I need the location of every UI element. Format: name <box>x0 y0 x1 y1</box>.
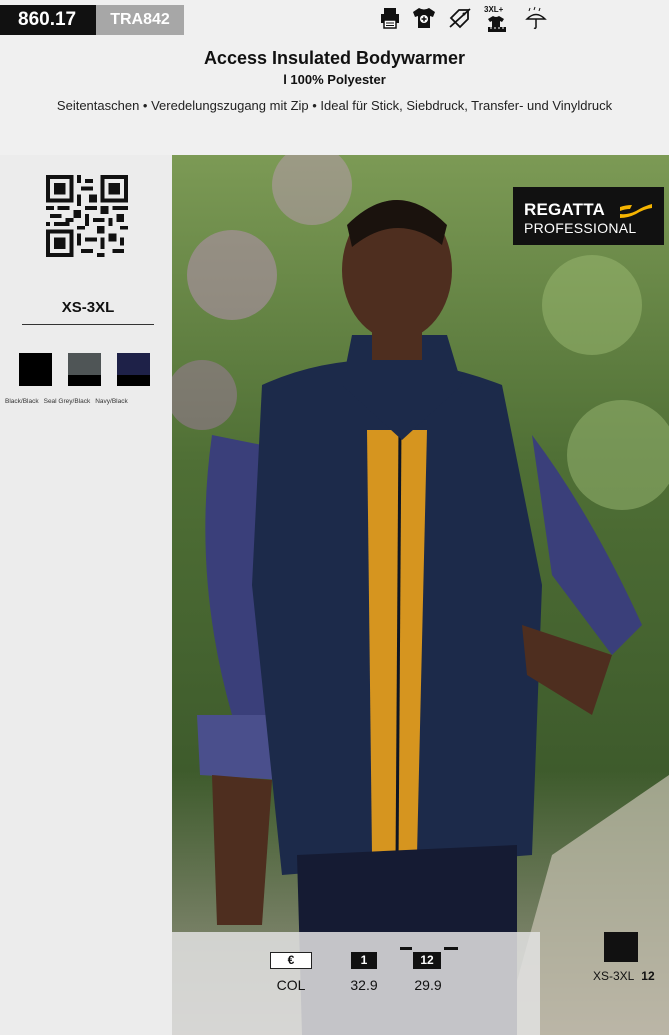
no-bleach-tag-icon <box>448 7 472 34</box>
swatch-black-black[interactable] <box>19 353 52 386</box>
qty-tier-1: 1 <box>351 952 377 969</box>
product-material: l 100% Polyester <box>283 72 386 87</box>
printer-icon <box>380 7 400 34</box>
price-tier-1: 32.9 <box>350 977 378 993</box>
swatch-main-color <box>117 353 150 375</box>
color-labels: Black/Black Seal Grey/Black Navy/Black <box>4 398 172 405</box>
carton-info: XS-3XL 12 <box>540 932 669 1035</box>
size-3xl-plus-icon: 3XL+ <box>484 5 512 33</box>
carton-sizes: XS-3XL <box>593 969 634 983</box>
tier-divider <box>444 947 458 950</box>
currency-label: € <box>270 952 312 969</box>
color-label: Black/Black <box>5 398 39 405</box>
swatch-main-color <box>68 353 101 375</box>
product-photo: REGATTA PROFESSIONAL <box>172 155 669 1035</box>
swatch-navy-black[interactable] <box>117 353 150 386</box>
model-illustration <box>172 155 669 1035</box>
swatch-seal-grey-black[interactable] <box>68 353 101 386</box>
carton-text: XS-3XL 12 <box>593 969 655 983</box>
price-tier-2: 29.9 <box>414 977 442 993</box>
qr-code[interactable] <box>46 175 128 262</box>
sidebar: XS-3XL Black/Black Seal Grey/Black Navy/… <box>0 155 172 1035</box>
brand-line: PROFESSIONAL <box>524 220 637 236</box>
qty-tier-2: 12 <box>413 952 441 969</box>
brand-logo: REGATTA PROFESSIONAL <box>513 187 664 245</box>
brand-name: REGATTA <box>524 200 606 219</box>
header-bar: 860.17 TRA842 3XL+ Access Insulated Body… <box>0 0 669 155</box>
product-title: Access Insulated Bodywarmer <box>203 48 466 68</box>
article-number: 860.17 <box>0 5 96 35</box>
product-features: Seitentaschen • Veredelungszugang mit Zi… <box>56 98 613 113</box>
swatch-accent-color <box>117 375 150 386</box>
tshirt-embroidery-icon <box>412 7 436 34</box>
price-panel: € COL 1 12 32.9 29.9 <box>172 932 540 1035</box>
color-label: Navy/Black <box>95 398 128 405</box>
carton-box-icon <box>604 932 638 962</box>
brand-swoosh-icon <box>620 204 652 218</box>
swatch-accent-color <box>19 375 52 386</box>
color-swatches <box>19 353 150 386</box>
supplier-code: TRA842 <box>96 5 184 35</box>
tier-divider <box>400 947 412 950</box>
swatch-main-color <box>19 353 52 375</box>
care-icons: 3XL+ <box>380 5 548 35</box>
size-range: XS-3XL <box>22 299 154 325</box>
carton-qty: 12 <box>641 969 655 983</box>
color-column-label: COL <box>276 977 306 993</box>
swatch-accent-color <box>68 375 101 386</box>
rain-umbrella-icon <box>524 6 548 35</box>
color-label: Seal Grey/Black <box>43 398 91 405</box>
